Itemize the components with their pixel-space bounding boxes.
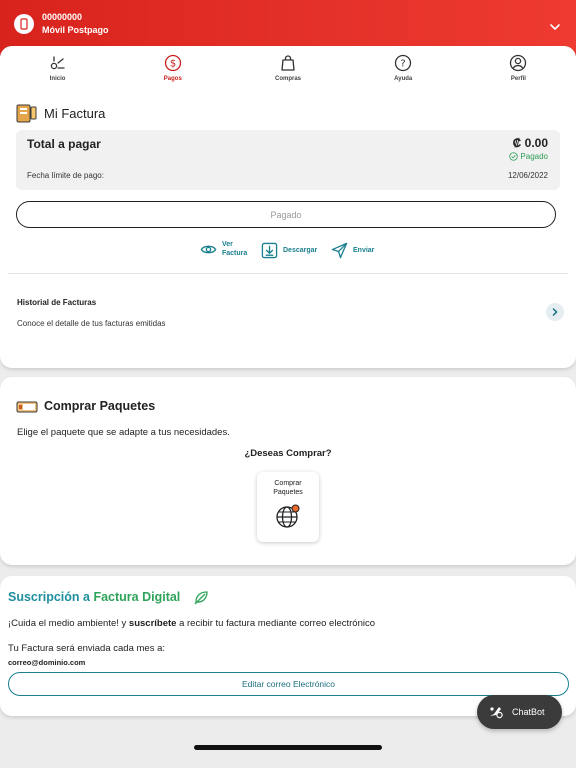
nav-label-inicio: Inicio (49, 76, 66, 82)
line-number: 00000000 (42, 12, 83, 22)
invoice-icon (16, 104, 37, 123)
eye-icon (200, 245, 217, 253)
chatbot-button[interactable]: ChatBot (477, 695, 562, 729)
history-title: Historial de Facturas (17, 298, 97, 307)
check-circle-icon (509, 152, 519, 161)
nav-item-pagos[interactable]: $ Pagos (115, 46, 230, 88)
home-indicator[interactable] (194, 745, 382, 750)
subscription-desc-part1: ¡Cuida el medio ambiente! y (8, 618, 129, 629)
edit-email-button[interactable]: Editar correo Electrónico (8, 672, 569, 696)
view-invoice-label-2: Factura (222, 250, 248, 257)
total-label: Total a pagar (27, 137, 101, 151)
dollar-circle-icon: $ (164, 54, 181, 72)
nav-label-compras: Compras (275, 76, 302, 82)
subscription-desc-part2: a recibir tu factura mediante correo ele… (176, 618, 375, 629)
status-badge: Pagado (509, 152, 548, 161)
view-invoice-button[interactable]: Ver Factura (200, 240, 247, 258)
paid-button[interactable]: Pagado (16, 201, 556, 228)
chevron-down-icon[interactable] (548, 20, 562, 34)
view-invoice-label-1: Ver (222, 241, 233, 248)
ticket-icon (16, 401, 38, 413)
subscription-email: correo@dominio.com (8, 658, 86, 667)
send-button[interactable]: Enviar (331, 242, 374, 259)
nav-label-ayuda: Ayuda (394, 76, 413, 82)
download-label: Descargar (283, 247, 318, 254)
nav-label-pagos: Pagos (163, 76, 182, 82)
packages-panel: Comprar Paquetes Elige el paquete que se… (0, 377, 576, 565)
shopping-bag-icon (281, 55, 295, 71)
packages-title: Comprar Paquetes (44, 399, 156, 413)
subscription-sent-text: Tu Factura será enviada cada mes a: (8, 643, 166, 654)
user-icon (510, 54, 527, 72)
packages-question: ¿Deseas Comprar? (244, 448, 332, 459)
chatbot-label: ChatBot (512, 707, 545, 717)
leaf-icon (194, 591, 208, 605)
total-amount: ₡ 0.00 (512, 136, 548, 150)
buy-packages-card[interactable]: Comprar Paquetes (257, 472, 319, 542)
packages-description: Elige el paquete que se adapte a tus nec… (17, 427, 230, 438)
chevron-right-icon (552, 308, 558, 316)
due-date-value: 12/06/2022 (507, 171, 548, 180)
invoice-panel: Inicio $ Pagos Compras ? Ayuda Perfil Mi… (0, 46, 576, 368)
phone-icon (14, 14, 34, 34)
bottom-nav: Inicio $ Pagos Compras ? Ayuda Perfil (0, 46, 576, 88)
nav-label-perfil: Perfil (510, 76, 526, 82)
buy-packages-label: Comprar Paquetes (273, 480, 303, 496)
question-icon: ? (395, 54, 412, 72)
send-icon (331, 242, 348, 259)
chatbot-icon (490, 707, 503, 719)
subscription-desc-bold: suscríbete (128, 618, 177, 629)
subscription-title-part1: Suscripción a (8, 590, 94, 604)
download-button[interactable]: Descargar (261, 242, 317, 259)
history-open-button[interactable] (546, 303, 564, 321)
nav-item-perfil[interactable]: Perfil (461, 46, 576, 88)
status-text: Pagado (520, 152, 548, 161)
divider (8, 273, 568, 274)
send-label: Enviar (353, 247, 375, 254)
subscription-description: ¡Cuida el medio ambiente! y suscríbete a… (8, 618, 375, 629)
home-icon (50, 56, 65, 70)
line-plan: Móvil Postpago (42, 25, 109, 35)
history-description: Conoce el detalle de tus facturas emitid… (17, 319, 166, 328)
due-date-label: Fecha límite de pago: (27, 171, 104, 180)
svg-text:?: ? (401, 59, 406, 70)
globe-icon (276, 504, 300, 528)
subscription-title-part2: Factura Digital (93, 590, 181, 604)
total-box: Total a pagar ₡ 0.00 Pagado Fecha límite… (16, 130, 560, 190)
nav-item-ayuda[interactable]: ? Ayuda (346, 46, 461, 88)
download-icon (261, 242, 278, 259)
subscription-title: Suscripción a Factura Digital (8, 590, 180, 604)
invoice-title: Mi Factura (44, 106, 106, 121)
svg-text:$: $ (170, 59, 176, 70)
nav-item-compras[interactable]: Compras (230, 46, 345, 88)
nav-item-inicio[interactable]: Inicio (0, 46, 115, 88)
